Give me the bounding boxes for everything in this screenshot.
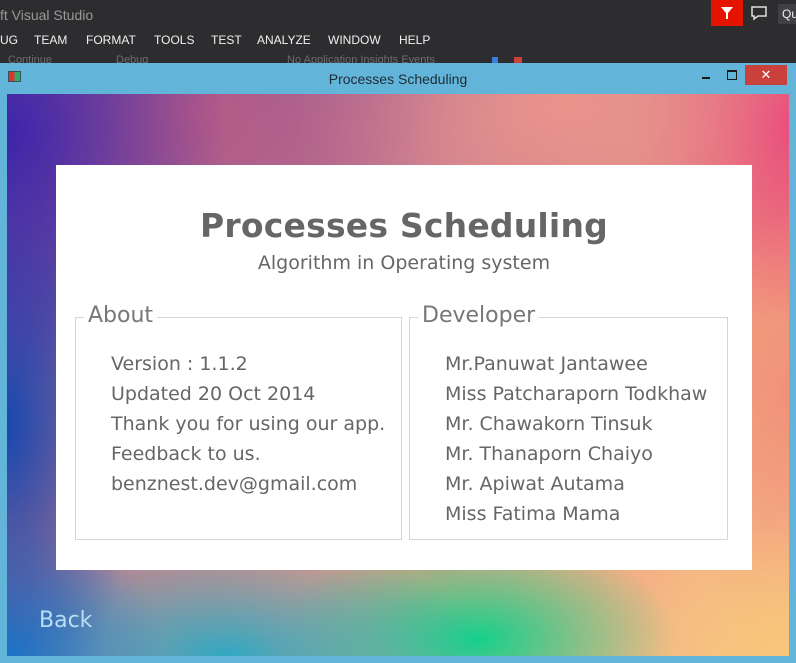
ide-title: ft Visual Studio bbox=[0, 7, 94, 23]
ide-menubar: UG TEAM FORMAT TOOLS TEST ANALYZE WINDOW… bbox=[0, 32, 796, 52]
feedback-icon[interactable] bbox=[750, 5, 768, 21]
quick-launch-input[interactable]: Qu bbox=[778, 4, 796, 24]
notification-flag-icon[interactable] bbox=[711, 0, 743, 26]
app-window: Processes Scheduling ✕ Processes Schedul… bbox=[0, 63, 796, 663]
thanks-text: Thank you for using our app. bbox=[111, 413, 386, 435]
maximize-button[interactable] bbox=[723, 67, 741, 83]
minimize-button[interactable] bbox=[697, 67, 715, 83]
developer-name: Mr. Chawakorn Tinsuk bbox=[445, 413, 653, 435]
about-card: Processes Scheduling Algorithm in Operat… bbox=[56, 165, 752, 570]
page-title: Processes Scheduling bbox=[200, 206, 608, 245]
updated-text: Updated 20 Oct 2014 bbox=[111, 383, 316, 405]
client-area: Processes Scheduling Algorithm in Operat… bbox=[7, 94, 789, 656]
menu-window[interactable]: WINDOW bbox=[328, 33, 381, 47]
feedback-text: Feedback to us. bbox=[111, 443, 261, 465]
email-text: benznest.dev@gmail.com bbox=[111, 473, 358, 495]
developer-group: Developer Mr.Panuwat Jantawee Miss Patch… bbox=[409, 303, 728, 540]
close-button[interactable]: ✕ bbox=[745, 65, 787, 85]
menu-format[interactable]: FORMAT bbox=[86, 33, 136, 47]
developer-name: Mr.Panuwat Jantawee bbox=[445, 353, 648, 375]
developer-name: Miss Patcharaporn Todkhaw bbox=[445, 383, 708, 405]
version-text: Version : 1.1.2 bbox=[111, 353, 248, 375]
menu-tools[interactable]: TOOLS bbox=[154, 33, 194, 47]
back-button[interactable]: Back bbox=[39, 608, 92, 633]
about-group: About Version : 1.1.2 Updated 20 Oct 201… bbox=[75, 303, 402, 540]
ide-titlebar: ft Visual Studio Qu bbox=[0, 0, 796, 32]
menu-test[interactable]: TEST bbox=[211, 33, 242, 47]
menu-analyze[interactable]: ANALYZE bbox=[257, 33, 311, 47]
maximize-icon bbox=[727, 70, 737, 80]
developer-name: Mr. Thanaporn Chaiyo bbox=[445, 443, 653, 465]
menu-debug[interactable]: UG bbox=[0, 33, 18, 47]
menu-team[interactable]: TEAM bbox=[34, 33, 67, 47]
developer-lines: Mr.Panuwat Jantawee Miss Patcharaporn To… bbox=[445, 349, 707, 529]
about-heading: About bbox=[84, 303, 158, 329]
developer-heading: Developer bbox=[418, 303, 540, 329]
developer-name: Miss Fatima Mama bbox=[445, 503, 621, 525]
page-subtitle: Algorithm in Operating system bbox=[257, 252, 551, 274]
menu-help[interactable]: HELP bbox=[399, 33, 430, 47]
about-lines: Version : 1.1.2 Updated 20 Oct 2014 Than… bbox=[111, 349, 385, 499]
minimize-icon bbox=[702, 77, 710, 79]
developer-name: Mr. Apiwat Autama bbox=[445, 473, 625, 495]
window-title: Processes Scheduling bbox=[328, 71, 468, 87]
